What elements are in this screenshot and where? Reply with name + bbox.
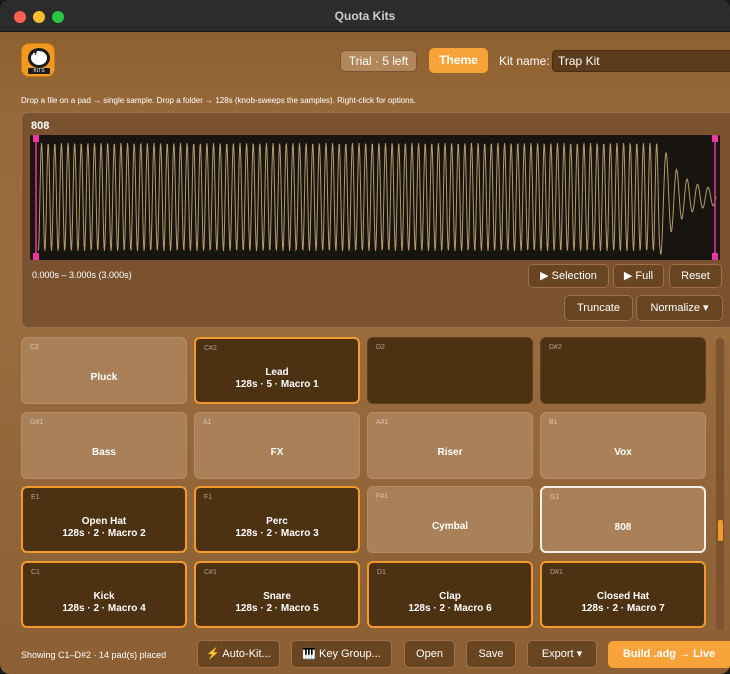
pad-note-label: D2 xyxy=(376,344,385,351)
play-selection-button[interactable]: ▶ Selection xyxy=(528,264,609,288)
pad-gs1[interactable]: G#1 Bass xyxy=(21,412,187,479)
waveform-title: 808 xyxy=(31,120,50,132)
pad-d2[interactable]: D2 xyxy=(367,337,533,404)
pad-name-label: Perc xyxy=(266,516,288,527)
export-dropdown[interactable]: Export ▾ xyxy=(527,640,597,668)
save-button[interactable]: Save xyxy=(466,640,516,668)
pad-note-label: B1 xyxy=(549,419,558,426)
pad-note-label: E1 xyxy=(31,494,40,501)
pad-grid: C2 Pluck C#2 Lead 128s · 5 · Macro 1 D2 D#2 G#1… xyxy=(21,337,711,633)
pad-note-label: G#1 xyxy=(30,419,44,426)
truncate-button[interactable]: Truncate xyxy=(564,295,633,321)
title-bar: Quota Kits xyxy=(0,0,730,32)
status-text: Showing C1–D#2 · 14 pad(s) placed xyxy=(21,650,167,660)
pad-as1[interactable]: A#1 Riser xyxy=(367,412,533,479)
pad-name-label: Open Hat xyxy=(81,516,127,527)
pad-f1[interactable]: F1 Perc 128s · 2 · Macro 3 xyxy=(194,486,360,553)
pad-c1[interactable]: C1 Kick 128s · 2 · Macro 4 xyxy=(21,561,187,628)
pad-name-label: Snare xyxy=(263,591,291,602)
kit-name-label: Kit name: xyxy=(499,54,550,68)
waveform-display[interactable] xyxy=(30,135,720,260)
pad-fs1[interactable]: F#1 Cymbal xyxy=(367,486,533,553)
scrollbar-thumb[interactable] xyxy=(718,520,723,541)
pad-g1[interactable]: G1 808 xyxy=(540,486,706,553)
start-marker-bottom-handle[interactable] xyxy=(33,253,39,260)
pad-note-label: D#1 xyxy=(550,569,563,576)
start-marker-top-handle[interactable] xyxy=(33,135,39,142)
pad-note-label: C#1 xyxy=(204,569,217,576)
pad-ds2[interactable]: D#2 xyxy=(540,337,706,404)
pad-grid-scrollbar[interactable] xyxy=(716,338,724,630)
pad-name-label: Riser xyxy=(437,447,463,458)
pad-note-label: A#1 xyxy=(376,419,389,426)
theme-button[interactable]: Theme xyxy=(429,48,488,73)
pad-name-label: Cymbal xyxy=(431,521,469,532)
pad-name-label: Bass xyxy=(92,447,116,458)
pad-name-label: Pluck xyxy=(90,372,118,383)
pad-cs1[interactable]: C#1 Snare 128s · 2 · Macro 5 xyxy=(194,561,360,628)
key-group-button[interactable]: 🎹 Key Group... xyxy=(291,640,392,668)
pad-note-label: C1 xyxy=(31,569,40,576)
normalize-dropdown[interactable]: Normalize ▾ xyxy=(636,295,723,321)
pad-e1[interactable]: E1 Open Hat 128s · 2 · Macro 2 xyxy=(21,486,187,553)
pad-a1[interactable]: A1 FX xyxy=(194,412,360,479)
waveform-path xyxy=(37,142,717,256)
logo-text: KITS xyxy=(28,68,50,74)
selection-range-text: 0.000s – 3.000s (3.000s) xyxy=(32,270,132,280)
pad-cs2[interactable]: C#2 Lead 128s · 5 · Macro 1 xyxy=(194,337,360,404)
pad-sample-info: 128s · 2 · Macro 3 xyxy=(235,528,319,539)
pad-sample-info: 128s · 2 · Macro 7 xyxy=(581,603,665,614)
pad-note-label: F1 xyxy=(204,494,213,501)
end-marker-bottom-handle[interactable] xyxy=(712,253,718,260)
pad-name-label: 808 xyxy=(614,522,632,533)
kit-name-input[interactable] xyxy=(552,50,730,72)
drop-hint-text: Drop a file on a pad → single sample. Dr… xyxy=(21,96,416,105)
waveform-panel: 808 0.000s – 3.000s (3.000s) ▶ Selection… xyxy=(21,112,730,328)
pad-note-label: A1 xyxy=(203,419,212,426)
open-button[interactable]: Open xyxy=(404,640,455,668)
pad-sample-info: 128s · 2 · Macro 2 xyxy=(62,528,146,539)
pad-note-label: G1 xyxy=(550,494,560,501)
pad-b1[interactable]: B1 Vox xyxy=(540,412,706,479)
pad-c2[interactable]: C2 Pluck xyxy=(21,337,187,404)
pad-name-label: Lead xyxy=(265,367,289,378)
pad-note-label: C2 xyxy=(30,344,39,351)
pad-sample-info: 128s · 2 · Macro 5 xyxy=(235,603,319,614)
pad-sample-info: 128s · 5 · Macro 1 xyxy=(235,379,319,390)
trial-button[interactable]: Trial · 5 left xyxy=(340,50,417,72)
app-logo-icon: ❞ KITS xyxy=(21,43,55,77)
pad-name-label: Closed Hat xyxy=(596,591,650,602)
waveform-svg[interactable] xyxy=(30,135,720,260)
pad-note-label: D#2 xyxy=(549,344,562,351)
pad-name-label: Clap xyxy=(439,591,461,602)
build-adg-button[interactable]: Build .adg → Live xyxy=(608,641,730,668)
pad-note-label: F#1 xyxy=(376,493,389,500)
pad-ds1[interactable]: D#1 Closed Hat 128s · 2 · Macro 7 xyxy=(540,561,706,628)
pad-note-label: C#2 xyxy=(204,345,217,352)
end-marker-top-handle[interactable] xyxy=(712,135,718,142)
pad-note-label: D1 xyxy=(377,569,386,576)
pad-name-label: Kick xyxy=(93,591,115,602)
pad-name-label: Vox xyxy=(614,447,632,458)
reset-button[interactable]: Reset xyxy=(669,264,722,288)
auto-kit-button[interactable]: ⚡ Auto-Kit... xyxy=(197,640,280,668)
pad-sample-info: 128s · 2 · Macro 6 xyxy=(408,603,492,614)
pad-sample-info: 128s · 2 · Macro 4 xyxy=(62,603,146,614)
pad-name-label: FX xyxy=(270,447,284,458)
play-full-button[interactable]: ▶ Full xyxy=(613,264,664,288)
window-title: Quota Kits xyxy=(334,9,396,23)
app-window: Quota Kits ❞ KITS Trial · 5 left Theme K… xyxy=(0,0,730,674)
pad-d1[interactable]: D1 Clap 128s · 2 · Macro 6 xyxy=(367,561,533,628)
